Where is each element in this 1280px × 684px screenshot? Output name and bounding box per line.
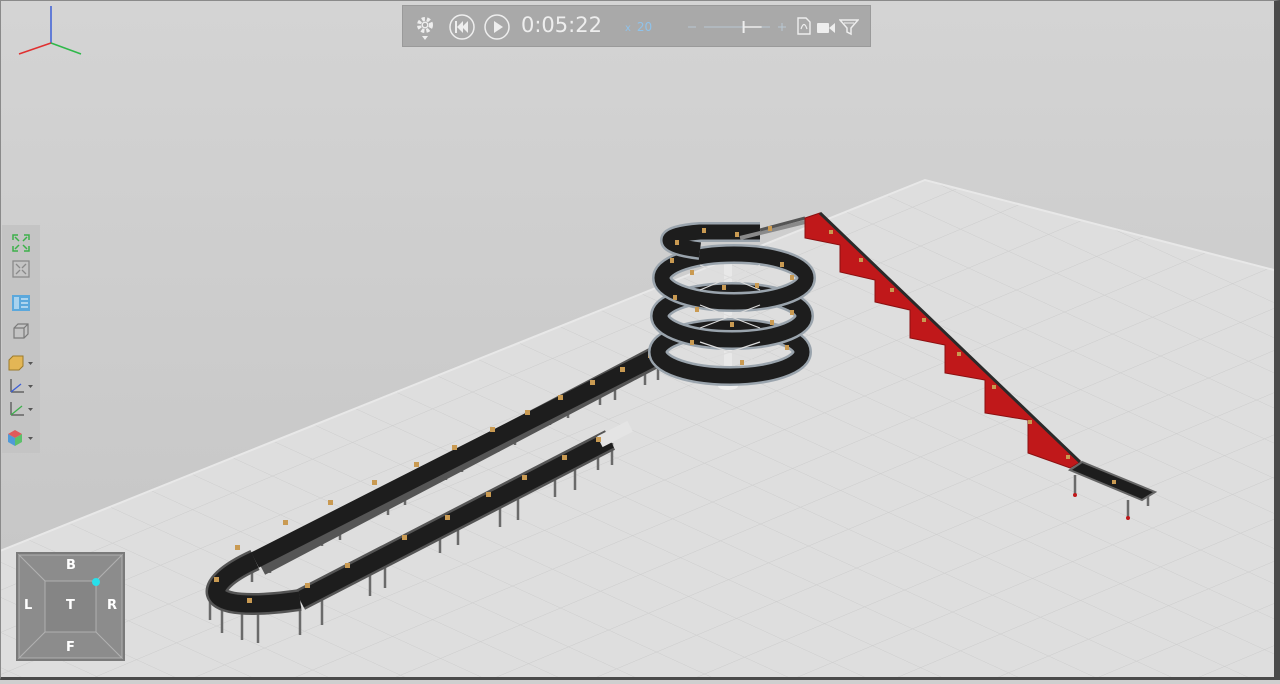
layout-icon[interactable]: [10, 293, 32, 313]
fit-all-icon[interactable]: [10, 233, 32, 253]
nav-left[interactable]: L: [24, 598, 32, 613]
simulation-time: 0:05:22: [521, 13, 602, 37]
speed-slider[interactable]: [688, 18, 788, 40]
ruler-dropdown-icon[interactable]: [6, 399, 36, 419]
video-camera-icon[interactable]: [816, 20, 836, 39]
nav-back[interactable]: B: [66, 558, 76, 573]
play-icon[interactable]: [483, 13, 511, 45]
view-tools-panel: [2, 225, 40, 453]
speed-value: 20: [636, 20, 653, 34]
playback-toolbar: 0:05:22 x 20: [402, 5, 871, 47]
speed-slider-thumb: [742, 21, 762, 33]
cube-dropdown-icon[interactable]: [6, 428, 36, 448]
speed-readout[interactable]: x 20: [625, 20, 652, 34]
speed-multiplier-symbol: x: [625, 23, 631, 34]
box-view-icon[interactable]: [10, 321, 32, 341]
camera-position-indicator: [92, 578, 100, 586]
pdf-icon[interactable]: [796, 17, 812, 39]
skip-to-start-icon[interactable]: [448, 13, 476, 45]
nav-right[interactable]: R: [107, 598, 117, 613]
filter-icon[interactable]: [838, 18, 860, 40]
gear-icon[interactable]: [415, 15, 435, 45]
nav-top[interactable]: T: [66, 598, 75, 613]
nav-front[interactable]: F: [66, 640, 75, 655]
fit-selection-icon[interactable]: [10, 259, 32, 279]
3d-viewport[interactable]: [0, 0, 1280, 680]
view-navigation-cube[interactable]: B L T R F: [16, 552, 125, 661]
axes-dropdown-icon[interactable]: [6, 376, 36, 396]
scene-svg[interactable]: [0, 0, 1280, 680]
object-dropdown-icon[interactable]: [6, 353, 36, 373]
